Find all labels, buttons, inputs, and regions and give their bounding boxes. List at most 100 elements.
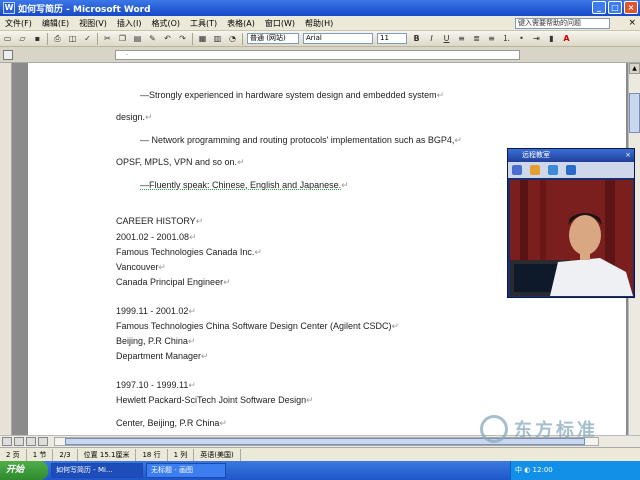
text-line[interactable]: design.↵ bbox=[116, 112, 153, 123]
text-line[interactable]: —Fluently speak: Chinese, English and Ja… bbox=[140, 180, 349, 191]
video-title-bar[interactable]: 远程教室 × bbox=[508, 149, 634, 162]
format-painter-icon[interactable]: ✎ bbox=[146, 33, 159, 45]
web-view-button[interactable] bbox=[14, 437, 24, 446]
text-line[interactable]: Hewlett Packard-SciTech Joint Software D… bbox=[116, 395, 314, 406]
video-toolbar bbox=[508, 162, 634, 178]
menu-table[interactable]: 表格(A) bbox=[222, 18, 260, 29]
vertical-ruler[interactable] bbox=[0, 63, 12, 435]
cut-icon[interactable]: ✂ bbox=[101, 33, 114, 45]
toolbar-divider bbox=[97, 32, 98, 45]
ruler-track[interactable]: · bbox=[115, 50, 520, 60]
taskbar-item-paint[interactable]: 无标题 - 画图 bbox=[146, 463, 226, 478]
italic-button[interactable]: I bbox=[425, 33, 438, 45]
new-document-icon[interactable]: ▭ bbox=[1, 33, 14, 45]
status-page: 2 页 bbox=[0, 448, 27, 461]
text-line[interactable]: Famous Technologies Canada Inc.↵ bbox=[116, 247, 262, 258]
video-close-icon[interactable]: × bbox=[625, 149, 631, 162]
windows-taskbar: 开始 如何写简历 - Mi... 无标题 - 画图 中 ◐ 12:00 bbox=[0, 461, 640, 480]
watermark-logo bbox=[480, 415, 508, 443]
zoom-icon[interactable]: ◔ bbox=[226, 33, 239, 45]
system-tray[interactable]: 中 ◐ 12:00 bbox=[510, 461, 640, 480]
text-line[interactable]: — Network programming and routing protoc… bbox=[140, 135, 462, 146]
window-controls: _ □ × bbox=[592, 1, 638, 14]
menu-insert[interactable]: 插入(I) bbox=[112, 18, 147, 29]
text-line[interactable]: Department Manager↵ bbox=[116, 351, 209, 362]
columns-icon[interactable]: ▥ bbox=[211, 33, 224, 45]
word-app-icon[interactable]: W bbox=[3, 2, 15, 14]
undo-icon[interactable]: ↶ bbox=[161, 33, 174, 45]
align-left-icon[interactable]: ≡ bbox=[455, 33, 468, 45]
indent-icon[interactable]: ⇥ bbox=[530, 33, 543, 45]
status-bar: 2 页 1 节 2/3 位置 15.1厘米 18 行 1 列 英语(美国) bbox=[0, 447, 640, 461]
bullets-icon[interactable]: • bbox=[515, 33, 528, 45]
text-line[interactable]: Center, Beijing, P.R China↵ bbox=[116, 418, 227, 429]
menu-format[interactable]: 格式(O) bbox=[146, 18, 185, 29]
numbering-icon[interactable]: ⒈ bbox=[500, 33, 513, 45]
horizontal-ruler[interactable]: · bbox=[0, 47, 640, 63]
text-line[interactable]: —Strongly experienced in hardware system… bbox=[140, 90, 444, 101]
text-line[interactable]: Beijing, P.R China↵ bbox=[116, 336, 195, 347]
text-line[interactable]: Famous Technologies China Software Desig… bbox=[116, 321, 399, 332]
toolbar-divider bbox=[47, 32, 48, 45]
minimize-button[interactable]: _ bbox=[592, 1, 606, 14]
scroll-up-icon[interactable]: ▲ bbox=[629, 63, 640, 74]
align-right-icon[interactable]: ≡ bbox=[485, 33, 498, 45]
paste-icon[interactable]: ▤ bbox=[131, 33, 144, 45]
status-column: 1 列 bbox=[168, 448, 195, 461]
menu-edit[interactable]: 编辑(E) bbox=[37, 18, 74, 29]
text-line[interactable]: OPSF, MPLS, VPN and so on.↵ bbox=[116, 157, 245, 168]
presenter-image bbox=[510, 180, 633, 296]
toolbar-divider bbox=[242, 32, 243, 45]
outline-view-button[interactable] bbox=[38, 437, 48, 446]
menu-help[interactable]: 帮助(H) bbox=[300, 18, 338, 29]
folder-icon[interactable] bbox=[530, 165, 540, 175]
user-icon[interactable] bbox=[548, 165, 558, 175]
section-heading[interactable]: CAREER HISTORY↵ bbox=[116, 216, 203, 227]
status-position: 位置 15.1厘米 bbox=[78, 448, 137, 461]
font-size-select[interactable]: 11 bbox=[377, 33, 407, 44]
text-line[interactable]: 1999.11 - 2001.02↵ bbox=[116, 306, 196, 317]
print-icon[interactable]: ⎙ bbox=[51, 33, 64, 45]
person-icon[interactable] bbox=[566, 165, 576, 175]
normal-view-button[interactable] bbox=[2, 437, 12, 446]
maximize-button[interactable]: □ bbox=[608, 1, 622, 14]
menu-tools[interactable]: 工具(T) bbox=[185, 18, 222, 29]
redo-icon[interactable]: ↷ bbox=[176, 33, 189, 45]
text-line[interactable]: Canada Principal Engineer↵ bbox=[116, 277, 231, 288]
copy-icon[interactable]: ❐ bbox=[116, 33, 129, 45]
font-color-icon[interactable]: A bbox=[560, 33, 573, 45]
video-feed bbox=[510, 180, 633, 296]
start-button[interactable]: 开始 bbox=[0, 461, 48, 480]
video-title: 远程教室 bbox=[522, 151, 550, 159]
status-language: 英语(美国) bbox=[194, 448, 241, 461]
spelling-icon[interactable]: ✓ bbox=[81, 33, 94, 45]
save-icon[interactable]: ▪ bbox=[31, 33, 44, 45]
help-search-input[interactable]: 键入需要帮助的问题 bbox=[515, 18, 610, 29]
align-center-icon[interactable]: ≣ bbox=[470, 33, 483, 45]
menu-window[interactable]: 窗口(W) bbox=[260, 18, 300, 29]
scroll-thumb[interactable] bbox=[629, 93, 640, 133]
highlight-icon[interactable]: ▮ bbox=[545, 33, 558, 45]
document-close-icon[interactable]: × bbox=[628, 18, 636, 28]
underline-button[interactable]: U bbox=[440, 33, 453, 45]
print-preview-icon[interactable]: ◫ bbox=[66, 33, 79, 45]
font-select[interactable]: Arial bbox=[303, 33, 373, 44]
video-window[interactable]: 远程教室 × bbox=[507, 148, 635, 298]
open-folder-icon[interactable]: ▱ bbox=[16, 33, 29, 45]
text-line[interactable]: 2001.02 - 2001.08↵ bbox=[116, 232, 197, 243]
text-line[interactable]: Vancouver↵ bbox=[116, 262, 166, 273]
watermark-text: 东方标准 bbox=[514, 420, 598, 441]
bold-button[interactable]: B bbox=[410, 33, 423, 45]
print-view-button[interactable] bbox=[26, 437, 36, 446]
style-select[interactable]: 普通 (网站) bbox=[247, 33, 299, 44]
window-title: 如何写简历 - Microsoft Word bbox=[18, 4, 151, 15]
menu-file[interactable]: 文件(F) bbox=[0, 18, 37, 29]
status-line: 18 行 bbox=[136, 448, 168, 461]
menu-view[interactable]: 视图(V) bbox=[74, 18, 112, 29]
close-button[interactable]: × bbox=[624, 1, 638, 14]
camera-icon[interactable] bbox=[512, 165, 522, 175]
taskbar-item-word[interactable]: 如何写简历 - Mi... bbox=[51, 463, 143, 478]
table-icon[interactable]: ▦ bbox=[196, 33, 209, 45]
text-line[interactable]: 1997.10 - 1999.11↵ bbox=[116, 380, 196, 391]
tab-selector[interactable] bbox=[3, 50, 13, 60]
